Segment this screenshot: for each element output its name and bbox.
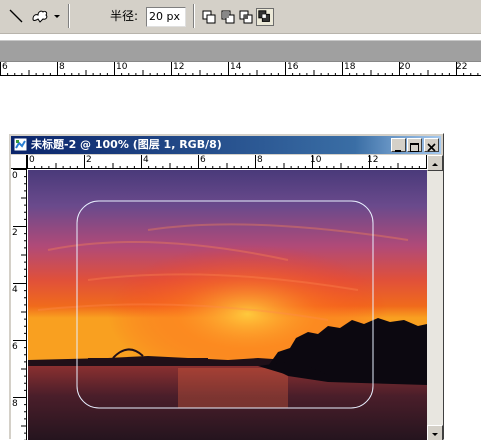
maximize-icon bbox=[410, 143, 419, 152]
ruler-label: 22 bbox=[456, 62, 468, 72]
ruler-label: 8 bbox=[12, 399, 18, 409]
scroll-up-button[interactable] bbox=[427, 155, 443, 171]
ruler-label: 12 bbox=[367, 155, 379, 165]
toolbar-separator bbox=[68, 4, 70, 28]
line-tool-icon[interactable] bbox=[6, 6, 26, 26]
ruler-label: 8 bbox=[257, 155, 263, 165]
ruler-label: 20 bbox=[399, 62, 411, 72]
close-icon bbox=[427, 143, 436, 152]
ruler-label: 18 bbox=[344, 62, 356, 72]
toolbar-separator bbox=[193, 4, 195, 28]
custom-shape-tool-icon[interactable] bbox=[30, 6, 50, 26]
ruler-label: 14 bbox=[230, 62, 242, 72]
add-to-shape-mode-icon[interactable] bbox=[219, 8, 237, 26]
radius-label: 半径: bbox=[110, 9, 139, 23]
close-button[interactable] bbox=[424, 138, 439, 152]
ruler-label: 12 bbox=[173, 62, 185, 72]
ruler-label: 10 bbox=[310, 155, 322, 165]
exclude-shape-mode-icon[interactable] bbox=[256, 8, 274, 26]
ruler-label: 10 bbox=[116, 62, 128, 72]
horizontal-ruler: 0 2 4 6 8 10 12 bbox=[27, 155, 427, 169]
radius-input[interactable]: 20 px bbox=[146, 7, 186, 27]
document-title: 未标题-2 @ 100% (图层 1, RGB/8) bbox=[31, 138, 222, 151]
palette-well-bar bbox=[0, 40, 481, 62]
ruler-label: 4 bbox=[143, 155, 149, 165]
chevron-down-icon[interactable] bbox=[52, 6, 62, 26]
rounded-rect-path[interactable] bbox=[28, 170, 427, 440]
ruler-label: 4 bbox=[12, 285, 18, 295]
ruler-label: 6 bbox=[2, 62, 8, 72]
chevron-up-icon bbox=[432, 163, 438, 166]
top-ruler: 6 8 10 12 14 16 18 20 22 bbox=[0, 62, 481, 76]
document-title-bar[interactable]: 未标题-2 @ 100% (图层 1, RGB/8) bbox=[11, 136, 441, 154]
vertical-scrollbar[interactable] bbox=[427, 155, 443, 440]
ruler-label: 8 bbox=[59, 62, 65, 72]
scroll-down-button[interactable] bbox=[427, 425, 443, 440]
options-bar: 半径: 20 px bbox=[0, 0, 481, 34]
ruler-label: 0 bbox=[12, 171, 18, 181]
canvas-area: 0 2 4 6 8 10 12 0 2 4 6 8 bbox=[11, 155, 443, 440]
photoshop-window: { "options_bar": { "radius_label": "半径:"… bbox=[0, 0, 481, 440]
minimize-icon bbox=[395, 150, 401, 152]
ruler-label: 0 bbox=[29, 155, 35, 165]
ruler-label: 6 bbox=[200, 155, 206, 165]
ruler-label: 6 bbox=[12, 342, 18, 352]
ruler-label: 2 bbox=[12, 228, 18, 238]
ruler-origin-corner[interactable] bbox=[11, 155, 27, 169]
maximize-button[interactable] bbox=[407, 138, 422, 152]
document-window: 未标题-2 @ 100% (图层 1, RGB/8) 0 2 4 6 8 10 … bbox=[8, 133, 444, 440]
intersect-shape-mode-icon[interactable] bbox=[237, 8, 255, 26]
document-icon bbox=[13, 137, 28, 152]
ruler-label: 16 bbox=[287, 62, 299, 72]
chevron-down-icon bbox=[432, 433, 438, 436]
sunset-photo[interactable] bbox=[28, 170, 427, 440]
ruler-label: 2 bbox=[86, 155, 92, 165]
vertical-ruler: 0 2 4 6 8 bbox=[11, 169, 27, 440]
minimize-button[interactable] bbox=[391, 138, 406, 152]
new-shape-mode-icon[interactable] bbox=[200, 8, 218, 26]
